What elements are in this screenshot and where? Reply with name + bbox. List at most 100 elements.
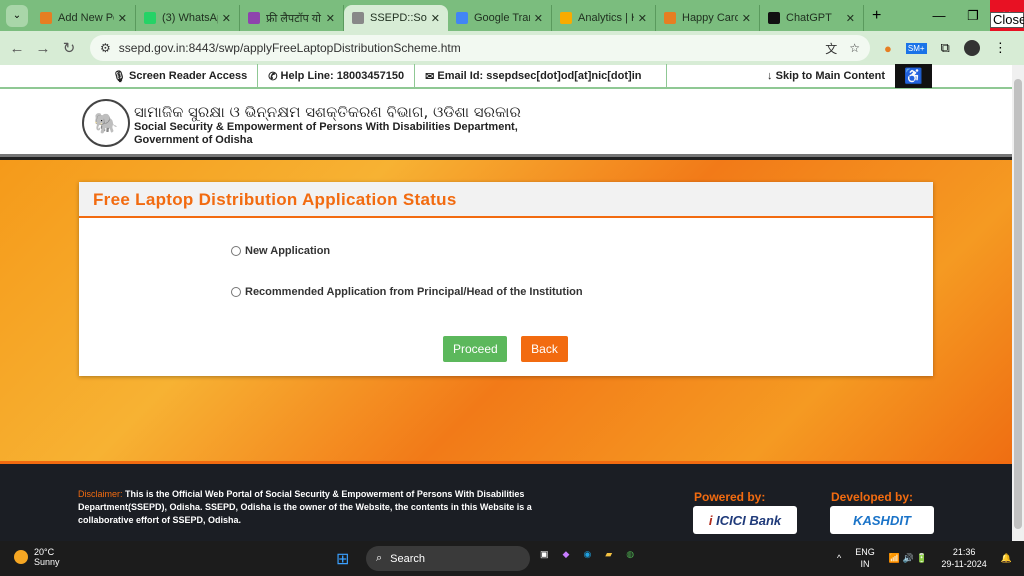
disclaimer-label: Disclaimer:: [78, 489, 123, 499]
tab-close-icon[interactable]: ✕: [534, 12, 543, 25]
screen-reader-link[interactable]: 🎙 Screen Reader Access: [102, 64, 259, 88]
helpline-label: Help Line: 18003457150: [280, 70, 405, 82]
windows-taskbar: 20°C Sunny ⊞ ⌕ Search ▣ ◆ ◉ ▰ ◍ ^ ENG IN 📶 🔊 🔋 …: [0, 541, 1024, 576]
weather-widget[interactable]: 20°C Sunny: [14, 547, 60, 567]
developed-by-label: Developed by:: [831, 490, 914, 504]
url-text[interactable]: ssepd.gov.in:8443/swp/applyFreeLaptopDis…: [119, 41, 825, 55]
phone-icon: ✆: [268, 70, 278, 83]
browser-tab[interactable]: Analytics | H ✕: [552, 5, 656, 31]
tab-close-icon[interactable]: ✕: [326, 12, 335, 25]
browser-tab[interactable]: ChatGPT ✕: [760, 5, 864, 31]
main-content: Free Laptop Distribution Application Sta…: [0, 160, 1012, 461]
new-application-radio[interactable]: [231, 246, 241, 256]
date: 29-11-2024: [941, 559, 987, 569]
windows-start-icon[interactable]: ⊞: [336, 549, 349, 569]
skip-label: Skip to Main Content: [775, 70, 885, 82]
new-tab-button[interactable]: +: [872, 7, 881, 25]
extension-icon[interactable]: ●: [884, 41, 892, 56]
tab-search-button[interactable]: ⌄: [6, 4, 28, 27]
language-indicator[interactable]: ENG IN: [855, 546, 875, 570]
tab-favicon-icon: [248, 12, 260, 24]
temperature: 20°C: [34, 547, 55, 557]
tab-favicon-icon: [456, 12, 468, 24]
extensions-puzzle-icon[interactable]: ⧉: [941, 40, 950, 56]
tab-favicon-icon: [352, 12, 364, 24]
tab-favicon-icon: [560, 12, 572, 24]
government-name: Government of Odisha: [134, 134, 253, 146]
browser-tab[interactable]: SSEPD::Socia ✕: [344, 5, 448, 31]
accessibility-icon[interactable]: ♿: [895, 64, 932, 88]
time: 21:36: [952, 547, 976, 557]
restore-button[interactable]: ❐: [956, 8, 990, 24]
address-bar-row: ← → ↻ ⚙ ssepd.gov.in:8443/swp/applyFreeL…: [0, 31, 1024, 65]
close-window-button[interactable]: ✕Close: [990, 0, 1024, 31]
sun-icon: [14, 550, 28, 564]
microphone-icon: 🎙: [112, 70, 126, 83]
bookmark-star-icon[interactable]: ☆: [849, 41, 860, 55]
powered-by-label: Powered by:: [694, 490, 766, 504]
tab-close-icon[interactable]: ✕: [222, 12, 231, 25]
tray-chevron-icon[interactable]: ^: [837, 552, 841, 564]
new-application-option[interactable]: New Application: [231, 245, 330, 257]
copilot-icon[interactable]: ◆: [563, 549, 570, 560]
browser-tab[interactable]: फ्री लैपटॉप यो ✕: [240, 5, 344, 31]
recommended-application-option[interactable]: Recommended Application from Principal/H…: [231, 286, 583, 298]
search-label: Search: [390, 552, 426, 565]
site-info-icon[interactable]: ⚙: [100, 41, 111, 55]
email: ✉ Email Id: ssepdsec[dot]od[at]nic[dot]i…: [415, 64, 668, 88]
close-tooltip: Close: [990, 12, 1024, 28]
reload-icon[interactable]: ↻: [56, 39, 82, 57]
icici-bank-logo[interactable]: i ICICI Bank: [693, 506, 797, 534]
browser-tab-bar: ⌄ Add New Po ✕ (3) WhatsAp ✕ फ्री लैपटॉप यो ✕…: [0, 0, 1024, 31]
tab-title: ChatGPT: [786, 12, 832, 24]
proceed-button[interactable]: Proceed: [443, 336, 507, 362]
tab-close-icon[interactable]: ✕: [742, 12, 751, 25]
wifi-volume-battery-icons[interactable]: 📶 🔊 🔋: [889, 552, 928, 564]
page-scrollbar[interactable]: [1012, 65, 1024, 541]
site-footer: Disclaimer: This is the Official Web Por…: [0, 461, 1012, 541]
minimize-button[interactable]: —: [922, 8, 956, 23]
kashdit-logo[interactable]: KASHDIT: [830, 506, 934, 534]
menu-kebab-icon[interactable]: ⋮: [994, 40, 1007, 56]
browser-tab[interactable]: Add New Po ✕: [32, 5, 136, 31]
page-title: Free Laptop Distribution Application Sta…: [79, 182, 933, 218]
back-button[interactable]: Back: [521, 336, 568, 362]
address-bar[interactable]: ⚙ ssepd.gov.in:8443/swp/applyFreeLaptopD…: [90, 35, 870, 61]
tab-close-icon[interactable]: ✕: [638, 12, 647, 25]
screen-reader-label: Screen Reader Access: [129, 70, 248, 82]
tab-close-icon[interactable]: ✕: [846, 12, 855, 25]
profile-avatar[interactable]: [963, 40, 980, 56]
clock[interactable]: 21:36 29-11-2024: [941, 546, 986, 570]
application-status-card: Free Laptop Distribution Application Sta…: [79, 182, 933, 376]
taskbar-search[interactable]: ⌕ Search: [366, 546, 530, 571]
translate-icon[interactable]: 文: [825, 40, 837, 57]
extension-badge[interactable]: SM+: [905, 42, 927, 54]
browser-tab[interactable]: Happy Card ✕: [656, 5, 760, 31]
tab-favicon-icon: [664, 12, 676, 24]
tab-title: SSEPD::Socia: [370, 12, 427, 24]
forward-nav-icon[interactable]: →: [30, 40, 56, 57]
tab-close-icon[interactable]: ✕: [118, 12, 127, 25]
browser-tab[interactable]: Google Tran ✕: [448, 5, 552, 31]
scrollbar-thumb[interactable]: [1014, 79, 1022, 529]
weather-condition: Sunny: [34, 557, 60, 567]
browser-tab[interactable]: (3) WhatsAp ✕: [136, 5, 240, 31]
tab-title: (3) WhatsAp: [162, 12, 218, 24]
edge-icon[interactable]: ◉: [583, 549, 591, 560]
skip-to-main-link[interactable]: ↓ Skip to Main Content: [757, 64, 895, 88]
tab-favicon-icon: [144, 12, 156, 24]
task-view-icon[interactable]: ▣: [540, 549, 549, 560]
back-nav-icon[interactable]: ←: [4, 40, 30, 57]
region-code: IN: [860, 559, 870, 569]
tab-title: Google Tran: [474, 12, 530, 24]
option-label: Recommended Application from Principal/H…: [245, 286, 583, 298]
disclaimer-text: This is the Official Web Portal of Socia…: [78, 489, 532, 525]
file-explorer-icon[interactable]: ▰: [605, 549, 612, 560]
chrome-icon[interactable]: ◍: [626, 549, 634, 560]
notification-bell-icon[interactable]: 🔔: [1001, 552, 1012, 564]
tab-title: Analytics | H: [578, 12, 634, 24]
department-name: Social Security & Empowerment of Persons…: [134, 121, 518, 133]
recommended-application-radio[interactable]: [231, 287, 241, 297]
tab-close-icon[interactable]: ✕: [431, 12, 440, 25]
arrow-down-icon: ↓: [767, 70, 773, 82]
